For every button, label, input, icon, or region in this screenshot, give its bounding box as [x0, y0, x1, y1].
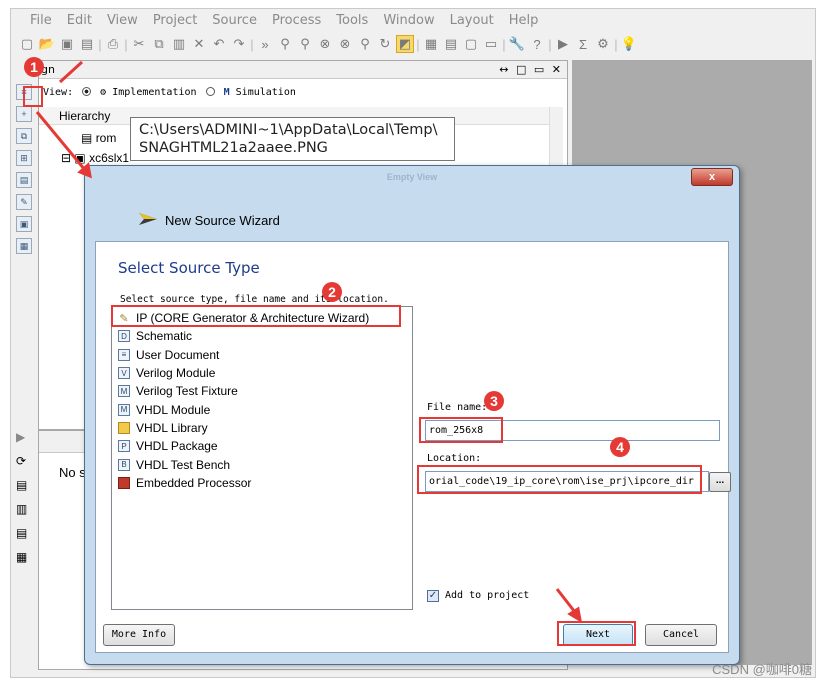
step-badge-4: 4 [610, 437, 630, 457]
annotation-arrows [35, 60, 583, 623]
watermark: CSDN @咖啡0糖 [712, 662, 812, 677]
step-badge-3: 3 [484, 391, 504, 411]
step-badge-2: 2 [322, 282, 342, 302]
arrow-head [567, 606, 583, 623]
step-badge-1: 1 [24, 57, 44, 77]
arrow-to-dialog [35, 111, 92, 177]
arrow-to-toolbar [58, 60, 84, 84]
